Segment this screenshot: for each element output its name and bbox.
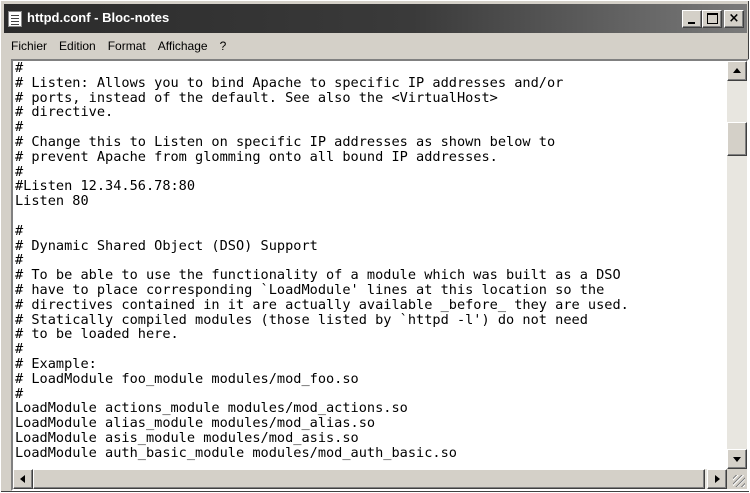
- menu-fichier[interactable]: Fichier: [4, 36, 53, 56]
- text-line: # have to place corresponding `LoadModul…: [15, 281, 605, 298]
- arrow-up-icon: [733, 68, 741, 73]
- horizontal-scroll-thumb[interactable]: [33, 469, 705, 489]
- menu-edition[interactable]: Edition: [53, 36, 102, 56]
- text-line: # to be loaded here.: [15, 326, 179, 343]
- scroll-down-button[interactable]: [727, 449, 747, 469]
- window-title: httpd.conf - Bloc-notes: [27, 10, 170, 25]
- resize-grip-icon[interactable]: [727, 469, 747, 489]
- menu-bar: Fichier Edition Format Affichage ?: [4, 35, 747, 57]
- window-controls: ×: [682, 10, 744, 28]
- text-line: #Listen 12.34.56.78:80: [15, 178, 196, 195]
- arrow-down-icon: [733, 457, 741, 462]
- menu-help[interactable]: ?: [214, 36, 233, 56]
- arrow-left-icon: [20, 475, 25, 483]
- text-line: #: [15, 163, 24, 180]
- scroll-up-button[interactable]: [727, 61, 747, 81]
- text-line: #: [15, 341, 24, 358]
- scroll-left-button[interactable]: [13, 469, 33, 489]
- arrow-right-icon: [715, 475, 720, 483]
- title-bar[interactable]: httpd.conf - Bloc-notes ×: [4, 4, 747, 33]
- close-button[interactable]: ×: [724, 10, 744, 28]
- menu-affichage[interactable]: Affichage: [152, 36, 214, 56]
- text-line: #: [15, 61, 24, 76]
- text-line: # ports, instead of the default. See als…: [15, 89, 498, 106]
- vertical-scrollbar[interactable]: [727, 61, 747, 469]
- text-content[interactable]: # # Listen: Allows you to bind Apache to…: [15, 61, 725, 469]
- horizontal-scrollbar[interactable]: [13, 469, 727, 489]
- minimize-button[interactable]: [682, 10, 702, 28]
- text-line: # directives contained in it are actuall…: [15, 296, 629, 313]
- text-line: # LoadModule foo_module modules/mod_foo.…: [15, 370, 359, 387]
- text-line: # Statically compiled modules (those lis…: [15, 311, 588, 328]
- text-line: #: [15, 222, 24, 239]
- text-line: # Listen: Allows you to bind Apache to s…: [15, 74, 564, 91]
- text-line: LoadModule asis_module modules/mod_asis.…: [15, 429, 359, 446]
- notepad-icon[interactable]: [8, 11, 22, 27]
- text-editor[interactable]: # # Listen: Allows you to bind Apache to…: [11, 59, 749, 491]
- notepad-window: httpd.conf - Bloc-notes × Fichier Editio…: [0, 0, 750, 493]
- text-line: # Example:: [15, 355, 97, 372]
- text-line: LoadModule auth_basic_module modules/mod…: [15, 444, 457, 461]
- text-line: # Change this to Listen on specific IP a…: [15, 133, 556, 150]
- text-line: # prevent Apache from glomming onto all …: [15, 148, 498, 165]
- maximize-button[interactable]: [702, 10, 722, 28]
- text-line: #: [15, 252, 24, 269]
- text-line: # directive.: [15, 104, 114, 121]
- text-line: # To be able to use the functionality of…: [15, 267, 621, 284]
- text-line: LoadModule actions_module modules/mod_ac…: [15, 400, 408, 417]
- text-line: [15, 209, 725, 224]
- menu-format[interactable]: Format: [102, 36, 152, 56]
- text-line: # Dynamic Shared Object (DSO) Support: [15, 237, 318, 254]
- text-line: #: [15, 119, 24, 136]
- text-line: Listen 80: [15, 193, 89, 210]
- text-line: LoadModule alias_module modules/mod_alia…: [15, 415, 376, 432]
- scroll-right-button[interactable]: [707, 469, 727, 489]
- text-line: #: [15, 385, 24, 402]
- vertical-scroll-thumb[interactable]: [727, 122, 747, 156]
